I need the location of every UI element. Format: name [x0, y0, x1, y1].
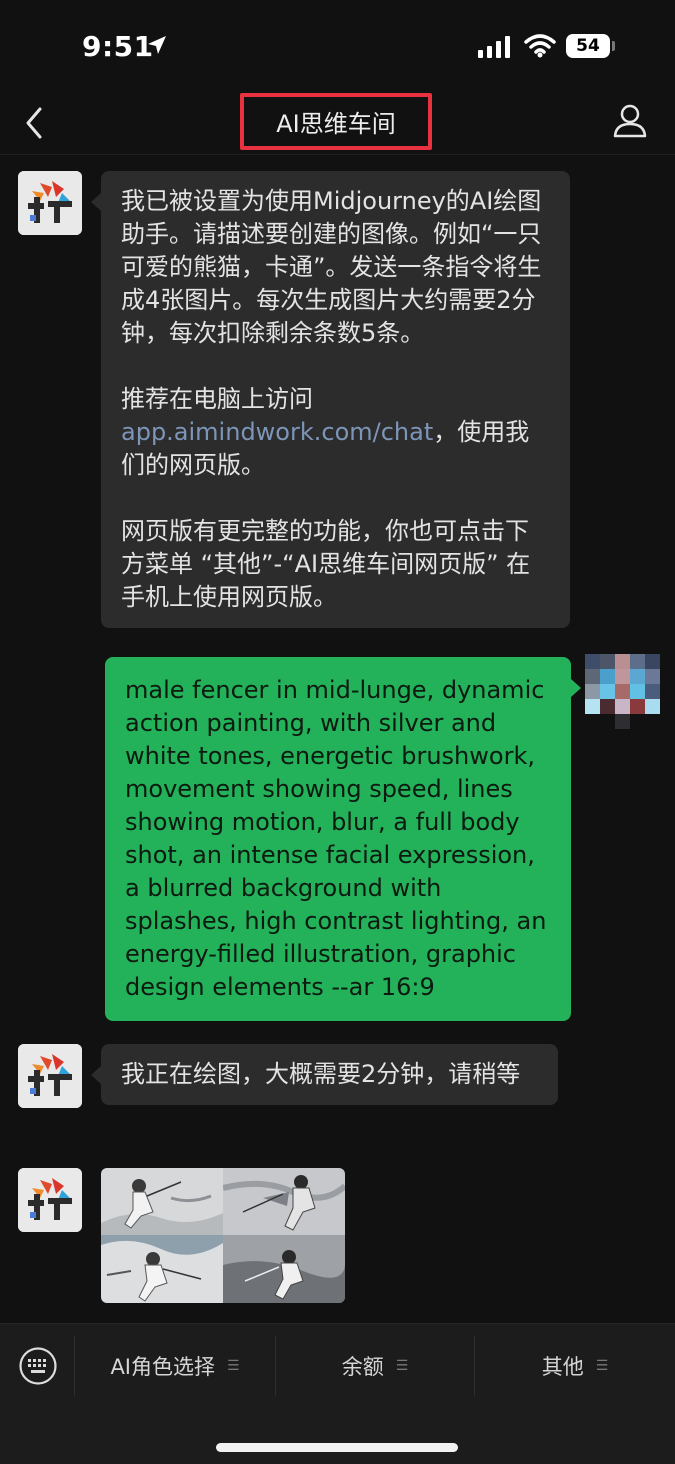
welcome-paragraph-2: 推荐在电脑上访问app.aimindwork.com/chat，使用我们的网页版…	[121, 383, 550, 482]
battery-indicator: 54	[566, 34, 610, 58]
profile-icon[interactable]	[612, 103, 648, 143]
generated-image-1[interactable]	[101, 1168, 223, 1235]
bottom-menu-bar: AI角色选择 ☰ 余额 ☰ 其他 ☰	[0, 1323, 675, 1464]
bot-avatar[interactable]	[18, 171, 82, 235]
menu-lines-icon: ☰	[595, 1358, 609, 1374]
welcome-paragraph-1: 我已被设置为使用Midjourney的AI绘图助手。请描述要创建的图像。例如“一…	[121, 187, 542, 347]
nav-bar: AI思维车间	[0, 93, 675, 155]
keyboard-icon[interactable]	[18, 1346, 58, 1390]
menu-item-balance[interactable]: 余额 ☰	[276, 1324, 474, 1408]
bot-avatar[interactable]	[18, 1044, 82, 1108]
status-time: 9:51	[82, 30, 154, 63]
menu-lines-icon: ☰	[395, 1358, 409, 1374]
menu-item-label: 余额	[341, 1355, 384, 1379]
bot-message-welcome: 我已被设置为使用Midjourney的AI绘图助手。请描述要创建的图像。例如“一…	[91, 171, 570, 628]
menu-item-label: 其他	[541, 1355, 584, 1379]
generated-image-2[interactable]	[222, 1168, 345, 1235]
home-indicator[interactable]	[216, 1443, 458, 1452]
generated-image-grid[interactable]	[101, 1168, 345, 1303]
bot-avatar[interactable]	[18, 1168, 82, 1232]
back-chevron-icon[interactable]	[22, 105, 46, 145]
welcome-paragraph-2-prefix: 推荐在电脑上访问	[121, 385, 313, 413]
generated-image-3[interactable]	[101, 1235, 223, 1303]
title-highlight-box: AI思维车间	[240, 93, 432, 150]
location-arrow-icon	[146, 34, 168, 60]
menu-item-label: AI角色选择	[110, 1355, 215, 1379]
generated-image-4[interactable]	[223, 1235, 345, 1303]
cellular-signal-icon	[478, 36, 512, 62]
menu-item-role-select[interactable]: AI角色选择 ☰	[75, 1324, 275, 1408]
battery-nub	[612, 41, 615, 51]
chat-title: AI思维车间	[276, 110, 396, 138]
status-bar: 9:51 54	[0, 0, 675, 95]
welcome-paragraph-3: 网页版有更完整的功能，你也可点击下方菜单 “其他”-“AI思维车间网页版” 在手…	[121, 517, 531, 611]
user-message-prompt: male fencer in mid-lunge, dynamic action…	[105, 657, 581, 1021]
wifi-icon	[524, 34, 556, 62]
bot-message-drawing: 我正在绘图，大概需要2分钟，请稍等	[91, 1044, 558, 1105]
web-link[interactable]: app.aimindwork.com/chat	[121, 418, 433, 446]
user-avatar[interactable]	[585, 654, 661, 730]
menu-item-other[interactable]: 其他 ☰	[475, 1324, 675, 1408]
menu-lines-icon: ☰	[227, 1358, 240, 1374]
